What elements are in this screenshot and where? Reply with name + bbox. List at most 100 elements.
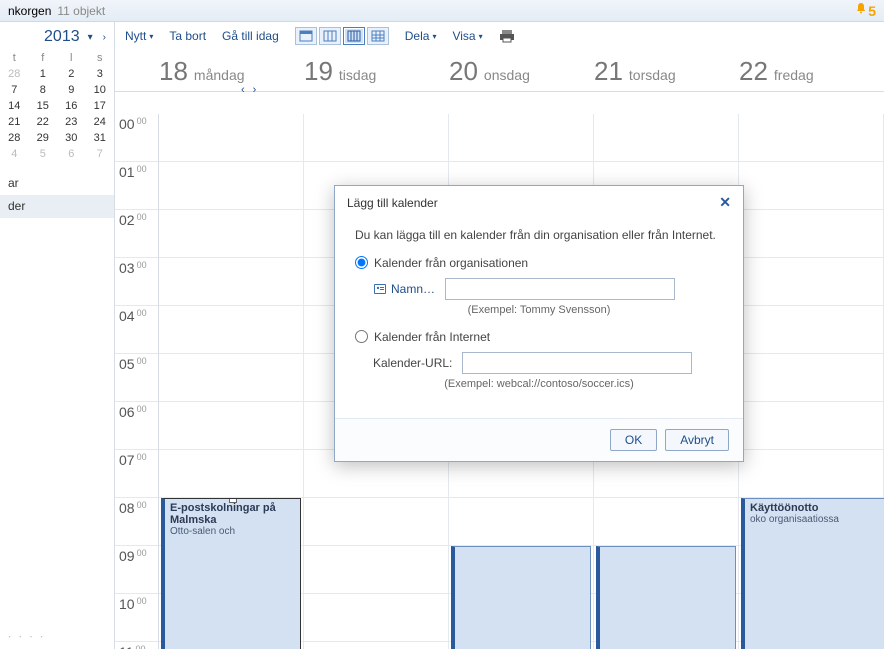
- prev-week-icon[interactable]: ‹: [241, 84, 245, 96]
- mini-cal-dropdown-icon[interactable]: ▾: [86, 32, 95, 43]
- dialog-intro-text: Du kan lägga till en kalender från din o…: [355, 227, 723, 244]
- dialog-button-row: OK Avbryt: [335, 418, 743, 461]
- calendar-url-input[interactable]: [462, 352, 692, 374]
- mini-day[interactable]: 29: [29, 130, 58, 146]
- print-icon[interactable]: [499, 29, 515, 43]
- add-calendar-dialog: Lägg till kalender ✕ Du kan lägga till e…: [334, 185, 744, 462]
- toolbar: Nytt▾ Ta bort Gå till idag Dela▾ Visa▾: [115, 22, 884, 50]
- option-internet-row: Kalender från Internet: [355, 330, 723, 344]
- mini-day[interactable]: 16: [57, 98, 86, 114]
- day-header[interactable]: 19tisdag: [304, 56, 449, 91]
- sidebar-item[interactable]: der: [0, 195, 114, 218]
- week-view-icon: [347, 30, 361, 42]
- event-location: oko organisaatiossa: [750, 514, 884, 525]
- close-icon[interactable]: ✕: [719, 194, 731, 211]
- radio-org[interactable]: [355, 256, 368, 269]
- event-title: Käyttöönotto: [750, 502, 884, 514]
- goto-today-button[interactable]: Gå till idag: [222, 29, 279, 43]
- month-view-icon: [371, 30, 385, 42]
- mini-day[interactable]: 22: [29, 114, 58, 130]
- mini-day[interactable]: 21: [0, 114, 29, 130]
- example-net-text: (Exempel: webcal://contoso/soccer.ics): [355, 378, 723, 390]
- hour-label: 0900: [119, 548, 147, 564]
- calendar-event[interactable]: E-postskolningar på Malmska Otto-salen o…: [161, 498, 301, 649]
- day-column-mon[interactable]: E-postskolningar på Malmska Otto-salen o…: [159, 114, 304, 649]
- hour-label: 1000: [119, 596, 147, 612]
- day-column-fri[interactable]: Käyttöönotto oko organisaatiossa: [739, 114, 884, 649]
- mini-day[interactable]: 5: [29, 146, 58, 162]
- hour-label: 0700: [119, 452, 147, 468]
- dialog-titlebar: Lägg till kalender ✕: [335, 186, 743, 219]
- chevron-down-icon: ▾: [432, 32, 436, 41]
- mini-day[interactable]: 28: [0, 130, 29, 146]
- hour-label: 0400: [119, 308, 147, 324]
- cancel-button[interactable]: Avbryt: [665, 429, 729, 451]
- item-count: 11 objekt: [57, 4, 105, 18]
- day-header[interactable]: 21torsdag: [594, 56, 739, 91]
- mini-day[interactable]: 14: [0, 98, 29, 114]
- mini-day[interactable]: 8: [29, 82, 58, 98]
- mini-day[interactable]: 6: [57, 146, 86, 162]
- new-button[interactable]: Nytt▾: [125, 29, 153, 43]
- mini-day[interactable]: 3: [86, 66, 115, 82]
- day-header[interactable]: 20onsdag: [449, 56, 594, 91]
- mini-day[interactable]: 1: [29, 66, 58, 82]
- mini-day[interactable]: 10: [86, 82, 115, 98]
- mini-dow: s: [86, 50, 115, 66]
- view-switcher: [295, 27, 389, 45]
- mini-cal-year[interactable]: 2013: [44, 28, 80, 46]
- notification-badge[interactable]: 5: [854, 2, 876, 19]
- delete-button[interactable]: Ta bort: [169, 29, 206, 43]
- mini-day[interactable]: 7: [0, 82, 29, 98]
- calendar-event[interactable]: [596, 546, 736, 649]
- chevron-down-icon: ▾: [149, 32, 153, 41]
- address-book-icon: [373, 283, 387, 295]
- mini-cal-next-icon[interactable]: ›: [101, 32, 108, 43]
- calendar-event[interactable]: Käyttöönotto oko organisaatiossa: [741, 498, 884, 649]
- org-name-input[interactable]: [445, 278, 675, 300]
- show-button[interactable]: Visa▾: [452, 29, 482, 43]
- dialog-title-text: Lägg till kalender: [347, 196, 438, 210]
- mini-day[interactable]: 2: [57, 66, 86, 82]
- mini-calendar-header: 2013 ▾ ›: [0, 22, 114, 50]
- sidebar-item[interactable]: ar: [0, 172, 114, 195]
- share-button[interactable]: Dela▾: [405, 29, 437, 43]
- mini-day[interactable]: 17: [86, 98, 115, 114]
- calendar-list: ar der: [0, 172, 114, 218]
- view-week-button[interactable]: [343, 27, 365, 45]
- bell-icon: [854, 2, 868, 16]
- calendar-event[interactable]: [451, 546, 591, 649]
- chevron-down-icon: ▾: [479, 32, 483, 41]
- ok-button[interactable]: OK: [610, 429, 657, 451]
- name-lookup-button[interactable]: Namn…: [373, 282, 435, 296]
- view-month-button[interactable]: [367, 27, 389, 45]
- mini-day[interactable]: 31: [86, 130, 115, 146]
- hour-label: 0800: [119, 500, 147, 516]
- mini-calendar[interactable]: t f l s 28123 78910 14151617 21222324 28…: [0, 50, 114, 162]
- mini-day[interactable]: 15: [29, 98, 58, 114]
- mini-day[interactable]: 24: [86, 114, 115, 130]
- mini-dow: l: [57, 50, 86, 66]
- mini-day[interactable]: 4: [0, 146, 29, 162]
- mini-day[interactable]: 28: [0, 66, 29, 82]
- sidebar: 2013 ▾ › t f l s 28123 78910 14151617 21…: [0, 22, 115, 649]
- sidebar-more-icon[interactable]: ∙ ∙ ∙ ∙: [8, 629, 45, 643]
- radio-internet-label: Kalender från Internet: [374, 330, 490, 344]
- radio-org-label: Kalender från organisationen: [374, 256, 528, 270]
- view-day-button[interactable]: [295, 27, 317, 45]
- workweek-view-icon: [323, 30, 337, 42]
- hour-label: 0000: [119, 116, 147, 132]
- view-workweek-button[interactable]: [319, 27, 341, 45]
- mini-day[interactable]: 30: [57, 130, 86, 146]
- mini-day[interactable]: 23: [57, 114, 86, 130]
- day-header-row: 18måndag 19tisdag 20onsdag 21torsdag 22f…: [115, 50, 884, 92]
- mini-day[interactable]: 7: [86, 146, 115, 162]
- hour-label: 0500: [119, 356, 147, 372]
- radio-internet[interactable]: [355, 330, 368, 343]
- day-header[interactable]: 22fredag: [739, 56, 884, 91]
- mini-day[interactable]: 9: [57, 82, 86, 98]
- event-location: Otto-salen och: [170, 526, 295, 537]
- day-header[interactable]: 18måndag: [159, 56, 304, 91]
- resize-handle-icon[interactable]: [229, 498, 237, 503]
- next-week-icon[interactable]: ›: [253, 84, 257, 96]
